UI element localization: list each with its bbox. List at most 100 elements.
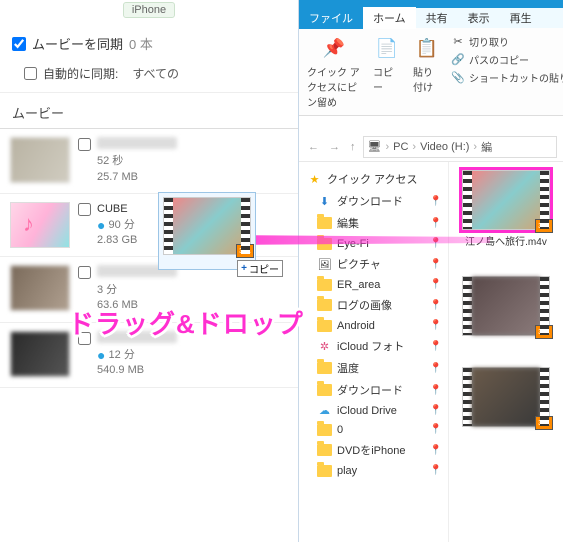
movie-size: 25.7 MB [97,171,138,183]
video-thumbnail: 321 [462,367,550,427]
ribbon-small-group: ✂切り取り 🔗パスのコピー 📎ショートカットの貼り付 [451,32,563,111]
tree-item[interactable]: 0📍 [303,420,444,439]
movie-duration: 52 秒 [97,155,123,167]
menu-home[interactable]: ホーム [363,7,416,29]
copy-button[interactable]: 📄 コピー [371,32,403,111]
download-icon: ⬇ [317,195,332,208]
movie-checkbox[interactable] [78,138,91,151]
tree-item[interactable]: 🖼ピクチャ📍 [303,253,444,275]
copy-badge: コピー [237,260,283,277]
crumb-drive[interactable]: Video (H:) [420,141,469,153]
auto-sync-value[interactable]: すべての [132,65,179,82]
pin-icon: 📍 [430,320,442,331]
auto-sync-checkbox[interactable] [24,67,37,80]
nav-up-icon[interactable]: ↑ [347,141,359,153]
tree-item-label: iCloud フォト [337,338,404,354]
tree-item[interactable]: 温度 📍 [303,357,444,379]
pin-icon: 📍 [430,405,442,416]
pin-icon: 📍 [430,465,442,476]
overlay-instruction: ドラッグ&ドロップ [68,304,304,341]
tree-item[interactable]: Android📍 [303,316,444,335]
shortcut-icon: 📎 [451,71,465,85]
explorer-menubar: ファイル ホーム 共有 表示 再生 [299,8,563,28]
tree-item-label: 温度 [337,360,359,376]
folder-icon [317,362,332,375]
tree-item[interactable]: DVDをiPhone 📍 [303,439,444,461]
path-icon: 🔗 [451,53,465,67]
breadcrumb[interactable]: 🖥› PC› Video (H:)› 編 [363,136,558,158]
pin-icon: 📍 [430,363,442,374]
cut-icon: ✂ [451,35,465,49]
explorer-body: ★ クイック アクセス ⬇ダウンロード📍編集📍Eye-Fi📍🖼ピクチャ📍ER_a… [299,162,563,542]
tree-item[interactable]: play 📍 [303,461,444,480]
movie-checkbox[interactable] [78,266,91,279]
tree-item[interactable]: ログの画像📍 [303,294,444,316]
video-thumbnail: 321 [462,276,550,336]
iclouddrive-icon: ☁ [317,404,332,417]
movie-duration: ● 12 分 [97,349,135,361]
tree-item[interactable]: ☁ iCloud Drive 📍 [303,401,444,420]
pin-icon: 📍 [430,196,442,207]
tree-item[interactable]: ER_area📍 [303,275,444,294]
folder-icon [317,299,332,312]
tree-item-label: ER_area [337,279,380,291]
menu-file[interactable]: ファイル [299,7,363,29]
folder-icon [317,384,332,397]
movie-size: 2.83 GB [97,234,137,246]
movie-title [97,137,177,149]
tree-item-label: ログの画像 [337,297,392,313]
movie-checkbox[interactable] [78,203,91,216]
sync-movies-label: ムービーを同期 [32,34,123,53]
pin-icon: 📍 [430,259,442,270]
auto-sync-row: 自動的に同期: すべての [0,61,298,92]
movie-thumbnail [10,137,70,183]
nav-forward-icon[interactable]: → [326,141,343,153]
file-item[interactable]: 321 [460,276,552,339]
copy-path-button[interactable]: 🔗パスのコピー [451,52,563,67]
tree-item-label: iCloud Drive [337,405,397,417]
folder-icon [317,464,332,477]
sync-count: 0 本 [129,34,153,53]
paste-button[interactable]: 📋 貼り付け [411,32,443,111]
tree-item-label: DVDをiPhone [337,442,405,458]
cut-button[interactable]: ✂切り取り [451,34,563,49]
folder-icon [317,444,332,457]
movie-title: CUBE [97,202,128,217]
folder-icon [317,423,332,436]
tree-item-label: 0 [337,424,343,436]
sync-movies-row: ムービーを同期 0 本 [0,18,298,61]
nav-back-icon[interactable]: ← [305,141,322,153]
crumb-folder[interactable]: 編 [481,139,492,155]
player-badge-icon: 321 [535,219,553,233]
folder-icon [317,278,332,291]
device-tab[interactable]: iPhone [0,0,298,18]
paste-shortcut-button[interactable]: 📎ショートカットの貼り付 [451,70,563,85]
tree-item[interactable]: ⬇ ダウンロード 📍 [303,190,444,212]
sync-movies-checkbox[interactable] [12,37,26,51]
folder-icon [317,319,332,332]
menu-share[interactable]: 共有 [416,7,458,29]
pin-icon: 📍 [430,218,442,229]
movie-item[interactable]: 52 秒 25.7 MB [0,129,298,194]
file-item[interactable]: 321 [460,367,552,430]
ribbon: 📌 クイック アクセスにピン留め 📄 コピー 📋 貼り付け ✂切り取り 🔗パスの… [299,28,563,116]
pin-icon: 📍 [430,445,442,456]
tree-item[interactable]: ダウンロード📍 [303,379,444,401]
movie-thumbnail [10,265,70,311]
tree-item-label: play [337,465,357,477]
tree-item[interactable]: ✲iCloud フォト📍 [303,335,444,357]
player-badge-icon: 321 [535,416,553,430]
pin-icon: 📌 [320,34,348,62]
menu-view[interactable]: 表示 [458,7,500,29]
movie-thumbnail [10,331,70,377]
tree-item-label: ダウンロード [337,193,403,209]
movie-duration: ● 90 分 [97,219,135,231]
pin-icon: 📍 [430,424,442,435]
crumb-pc[interactable]: PC [393,141,408,153]
tree-item-label: ダウンロード [337,382,403,398]
pin-quick-access-button[interactable]: 📌 クイック アクセスにピン留め [305,32,363,111]
file-grid[interactable]: 321 江ノ島へ旅行.m4v 321 321 [449,162,563,542]
quick-access-header[interactable]: ★ クイック アクセス [303,168,444,190]
movies-section-header: ムービー [0,92,298,129]
menu-play[interactable]: 再生 [500,7,542,29]
